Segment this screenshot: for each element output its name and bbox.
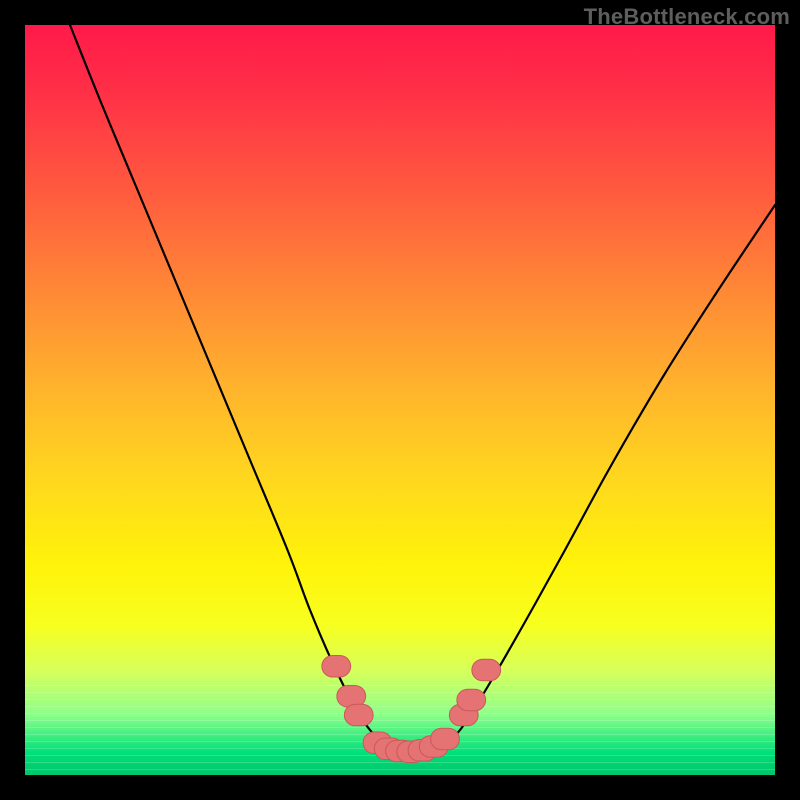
bottleneck-curve xyxy=(70,25,775,753)
curve-marker xyxy=(322,655,351,677)
curve-marker xyxy=(457,689,486,711)
curve-marker xyxy=(431,728,460,750)
curve-marker xyxy=(472,659,501,681)
curve-markers xyxy=(322,655,501,762)
chart-svg xyxy=(25,25,775,775)
chart-frame xyxy=(25,25,775,775)
watermark-text: TheBottleneck.com xyxy=(584,4,790,30)
curve-marker xyxy=(344,704,373,726)
